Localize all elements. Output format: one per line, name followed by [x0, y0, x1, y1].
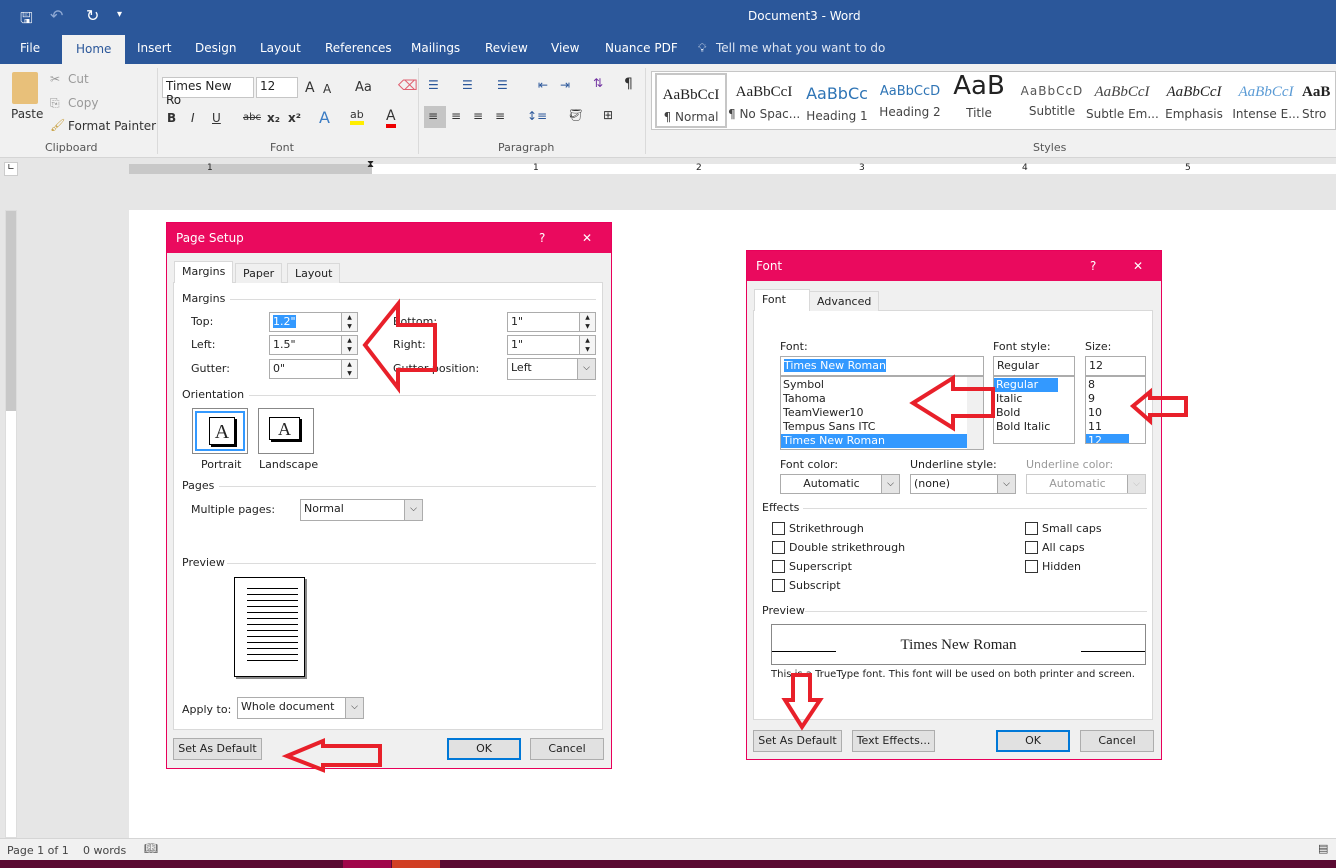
- arrow-left-icon: [909, 374, 995, 432]
- proofing-icon[interactable]: 📖︎: [144, 842, 158, 855]
- arrow-down-icon: [781, 673, 824, 731]
- arrow-left-icon: [362, 298, 437, 394]
- word-count[interactable]: 0 words: [83, 844, 126, 857]
- annotation-arrows: [281, 298, 1188, 773]
- status-bar: Page 1 of 1 0 words 📖︎ ▤: [0, 838, 1336, 860]
- read-mode-icon[interactable]: ▤: [1318, 842, 1328, 855]
- arrow-left-icon: [1129, 387, 1188, 426]
- taskbar-strip: [0, 860, 1336, 868]
- arrow-left-icon: [281, 738, 382, 773]
- page-count[interactable]: Page 1 of 1: [7, 844, 69, 857]
